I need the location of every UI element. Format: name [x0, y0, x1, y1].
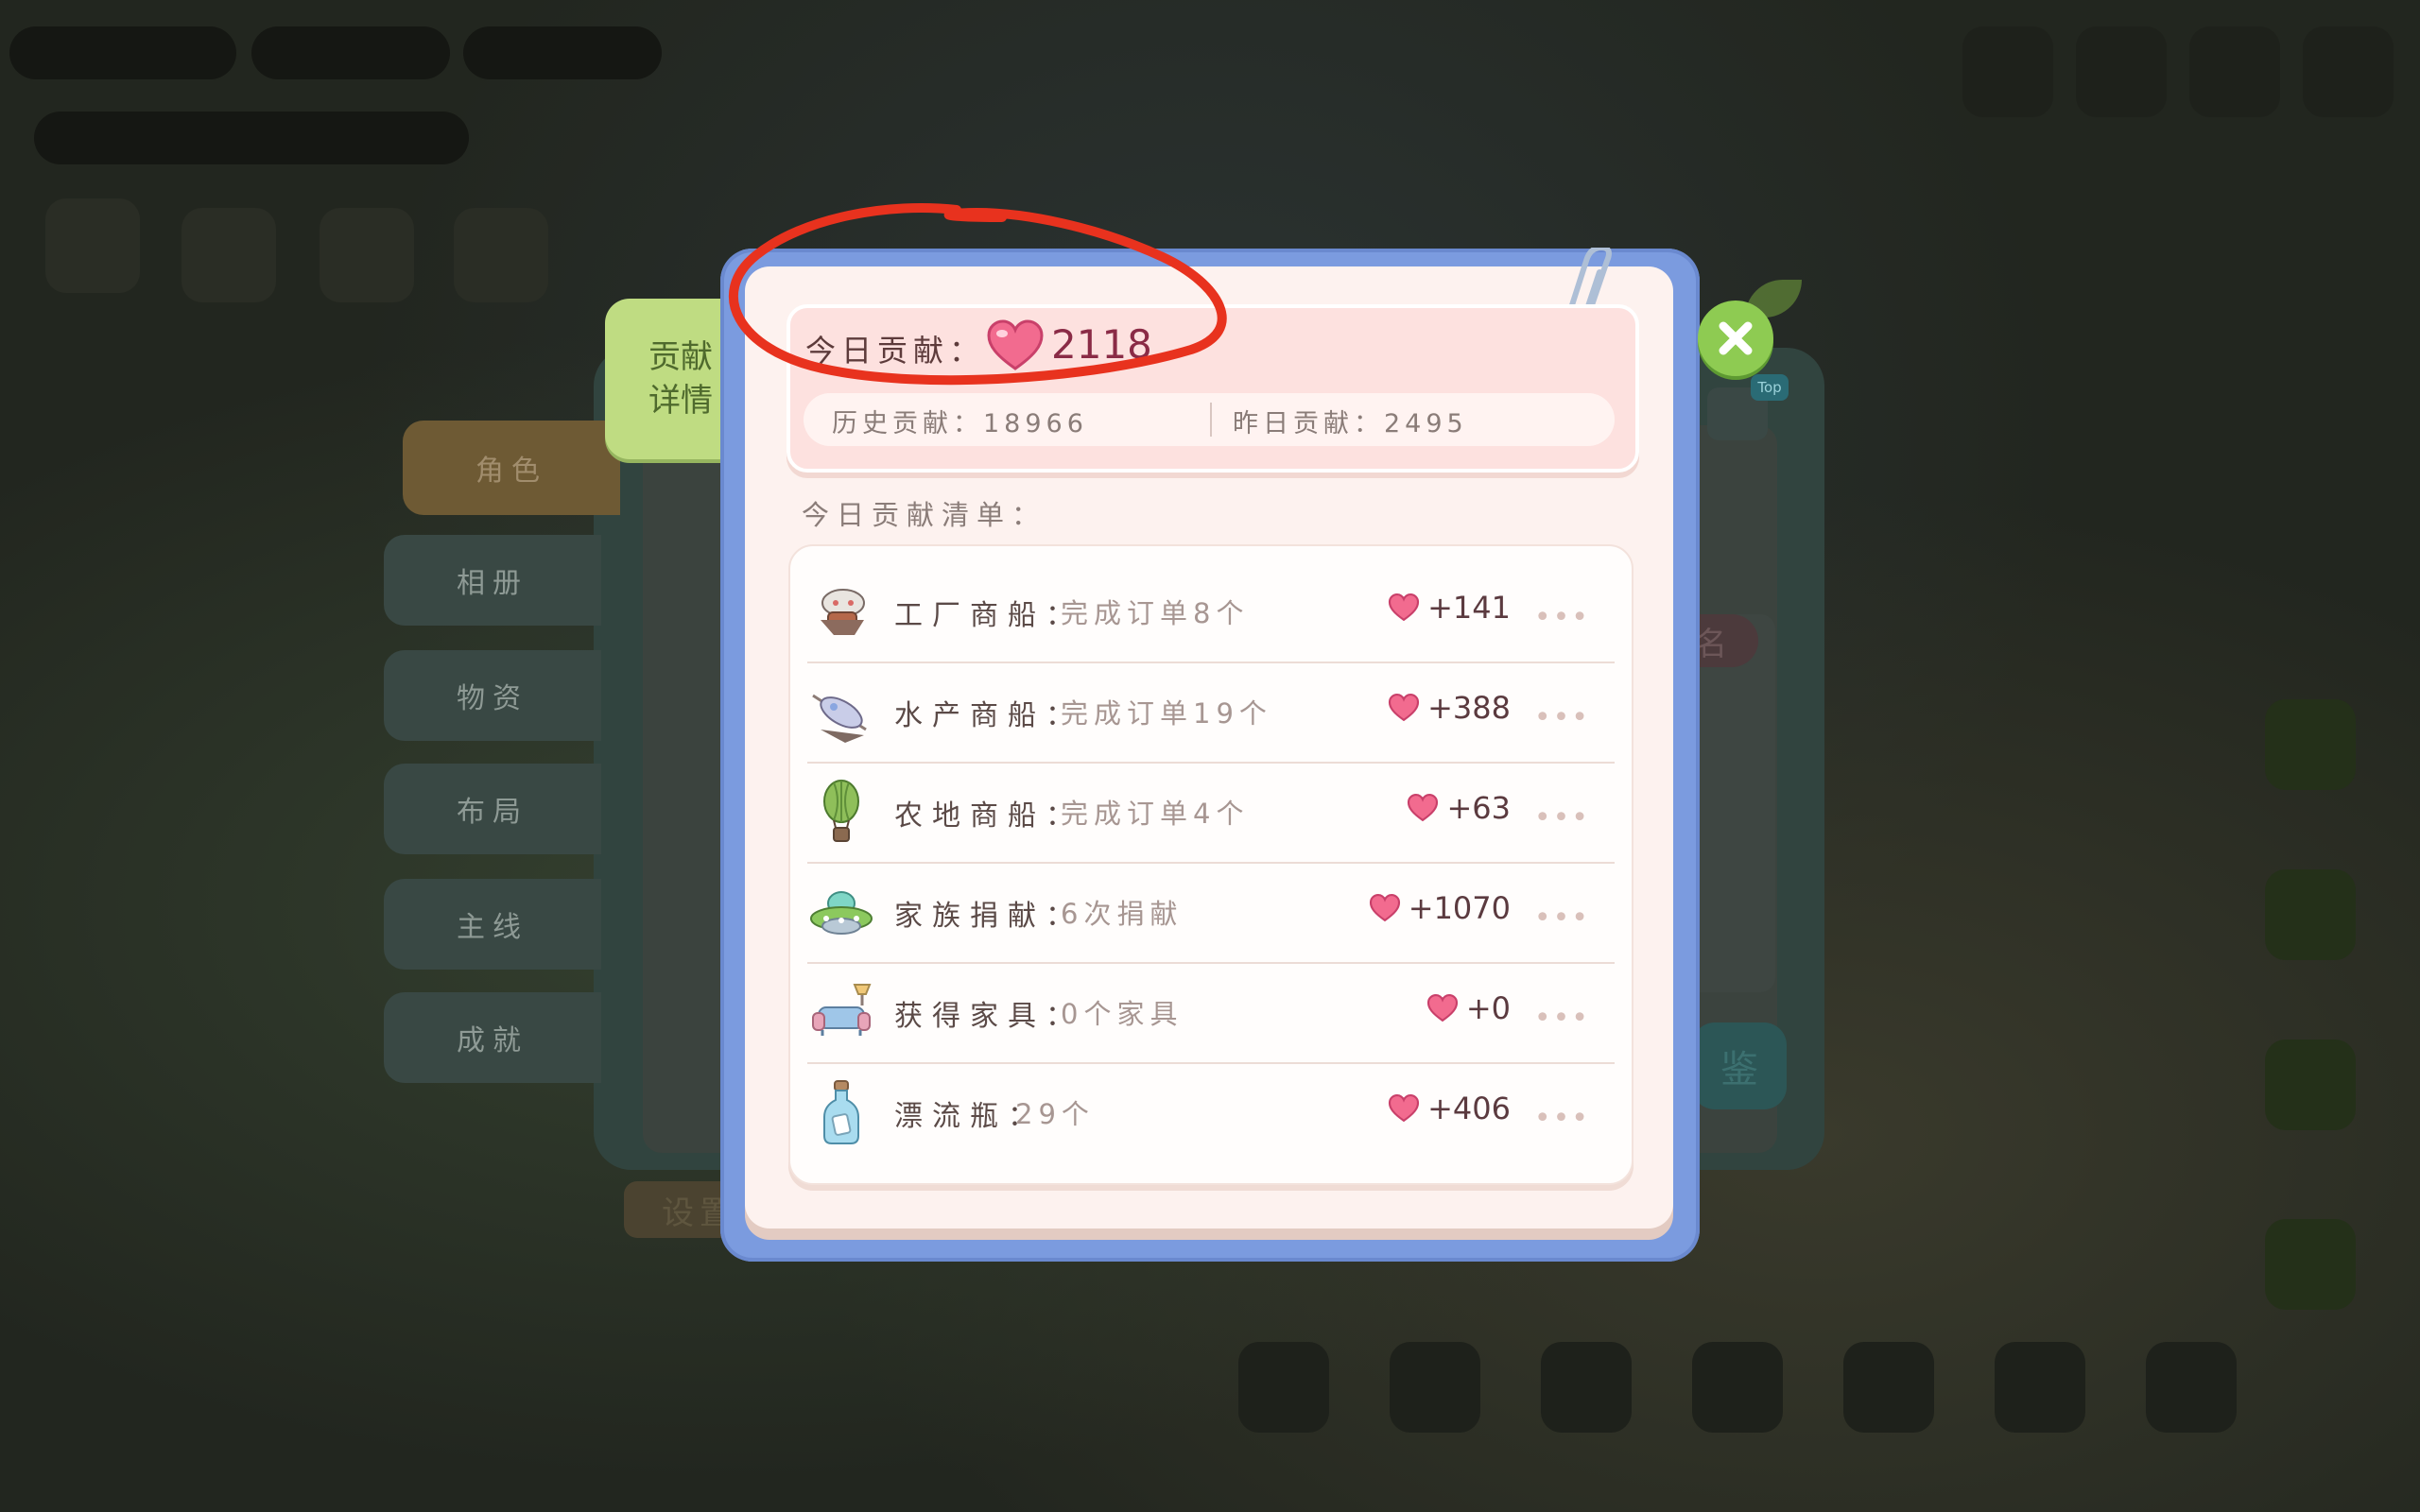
- hud-side-button: [2265, 699, 2356, 790]
- list-item: 工厂商船： 完成订单8个 +141 •••: [807, 563, 1615, 663]
- row-value: +0: [1426, 990, 1511, 1026]
- hud-bottom-button: [1390, 1342, 1480, 1433]
- hud-button: [454, 208, 548, 302]
- hud-side-button: [2265, 1040, 2356, 1130]
- row-value-text: +406: [1427, 1091, 1511, 1126]
- heart-icon: [1408, 794, 1439, 822]
- row-desc: 完成订单4个: [1061, 798, 1250, 830]
- hud-side-button: [2265, 1219, 2356, 1310]
- more-button[interactable]: •••: [1534, 902, 1590, 935]
- row-desc: 0个家具: [1061, 998, 1184, 1030]
- today-contribution-label: 今日贡献：: [805, 333, 986, 369]
- factory-ship-icon: [821, 589, 865, 635]
- close-icon: [1719, 321, 1753, 355]
- list-item: 漂流瓶： 29个 +406 •••: [807, 1064, 1615, 1164]
- detail-tab-label: 贡献详情: [648, 338, 713, 420]
- hud-bottom-button: [1995, 1342, 2085, 1433]
- hud-top-button: [2189, 26, 2280, 117]
- hud-bottom-button: [1238, 1342, 1329, 1433]
- more-button[interactable]: •••: [1534, 801, 1590, 834]
- bottle-icon: [823, 1080, 859, 1144]
- row-value-text: +1070: [1408, 890, 1511, 926]
- list-item: 家族捐献： 6次捐献 +1070 •••: [807, 864, 1615, 964]
- fishery-ship-icon: [812, 694, 867, 743]
- today-contribution-value: 2118: [1051, 321, 1152, 368]
- more-button[interactable]: •••: [1534, 1102, 1590, 1135]
- hud-button: [182, 208, 276, 302]
- heart-icon: [1389, 694, 1420, 722]
- hud-bottom-button: [1692, 1342, 1783, 1433]
- list-item: 农地商船： 完成订单4个 +63 •••: [807, 764, 1615, 864]
- hud-top-button: [2303, 26, 2394, 117]
- hud-bottom-button: [2146, 1342, 2237, 1433]
- row-value: +388: [1388, 690, 1511, 726]
- tab-mainline[interactable]: 主线: [384, 879, 601, 970]
- more-button[interactable]: •••: [1534, 601, 1590, 634]
- hud-button: [45, 198, 140, 293]
- close-button[interactable]: [1698, 301, 1773, 376]
- hot-air-balloon-icon: [823, 780, 859, 842]
- more-button[interactable]: •••: [1534, 701, 1590, 734]
- hud-button: [320, 208, 414, 302]
- tab-layout[interactable]: 布局: [384, 764, 601, 854]
- row-name: 获得家具：: [894, 1000, 1083, 1033]
- tab-album[interactable]: 相册: [384, 535, 601, 626]
- row-value-text: +63: [1446, 790, 1511, 826]
- row-name: 家族捐献：: [894, 900, 1083, 933]
- hud-top-button: [2076, 26, 2167, 117]
- top-badge: Top: [1751, 374, 1789, 401]
- row-desc: 完成订单19个: [1061, 697, 1272, 730]
- ufo-icon: [810, 891, 873, 935]
- row-value: +406: [1388, 1091, 1511, 1126]
- heart-icon: [1426, 994, 1458, 1022]
- row-desc: 29个: [1015, 1098, 1095, 1130]
- divider: [1210, 403, 1212, 437]
- tab-supplies[interactable]: 物资: [384, 650, 601, 741]
- row-value: +1070: [1369, 890, 1511, 926]
- sofa-icon: [812, 984, 872, 1036]
- hud-coins: [9, 26, 236, 79]
- yesterday-contribution: 昨日贡献：2495: [1233, 409, 1468, 438]
- hud-bottom-button: [1843, 1342, 1934, 1433]
- tab-role[interactable]: 角色: [403, 421, 620, 515]
- row-value-text: +141: [1427, 590, 1511, 626]
- heart-icon: [987, 319, 1044, 370]
- row-name: 工厂商船：: [894, 599, 1083, 632]
- row-value: +63: [1407, 790, 1511, 826]
- row-value-text: +0: [1465, 990, 1511, 1026]
- hud-gems: [251, 26, 450, 79]
- heart-icon: [1389, 1094, 1420, 1123]
- row-desc: 完成订单8个: [1061, 597, 1250, 629]
- hud-side-button: [2265, 869, 2356, 960]
- row-value: +141: [1388, 590, 1511, 626]
- hud-info-bar: [34, 112, 469, 164]
- hud-bottom-button: [1541, 1342, 1632, 1433]
- list-title: 今日贡献清单：: [802, 499, 1047, 531]
- tab-achievements[interactable]: 成就: [384, 992, 601, 1083]
- hud-top-button: [1962, 26, 2053, 117]
- heart-icon: [1389, 593, 1420, 622]
- list-item: 水产商船： 完成订单19个 +388 •••: [807, 663, 1615, 764]
- heart-icon: [1369, 894, 1400, 922]
- hud-hearts: [463, 26, 662, 79]
- row-value-text: +388: [1427, 690, 1511, 726]
- row-name: 水产商船：: [894, 699, 1083, 732]
- row-desc: 6次捐献: [1061, 898, 1184, 930]
- row-name: 农地商船：: [894, 799, 1083, 833]
- history-contribution: 历史贡献：18966: [832, 409, 1088, 438]
- back-confirm-button: 鉴: [1692, 1022, 1787, 1109]
- list-item: 获得家具： 0个家具 +0 •••: [807, 964, 1615, 1064]
- more-button[interactable]: •••: [1534, 1002, 1590, 1035]
